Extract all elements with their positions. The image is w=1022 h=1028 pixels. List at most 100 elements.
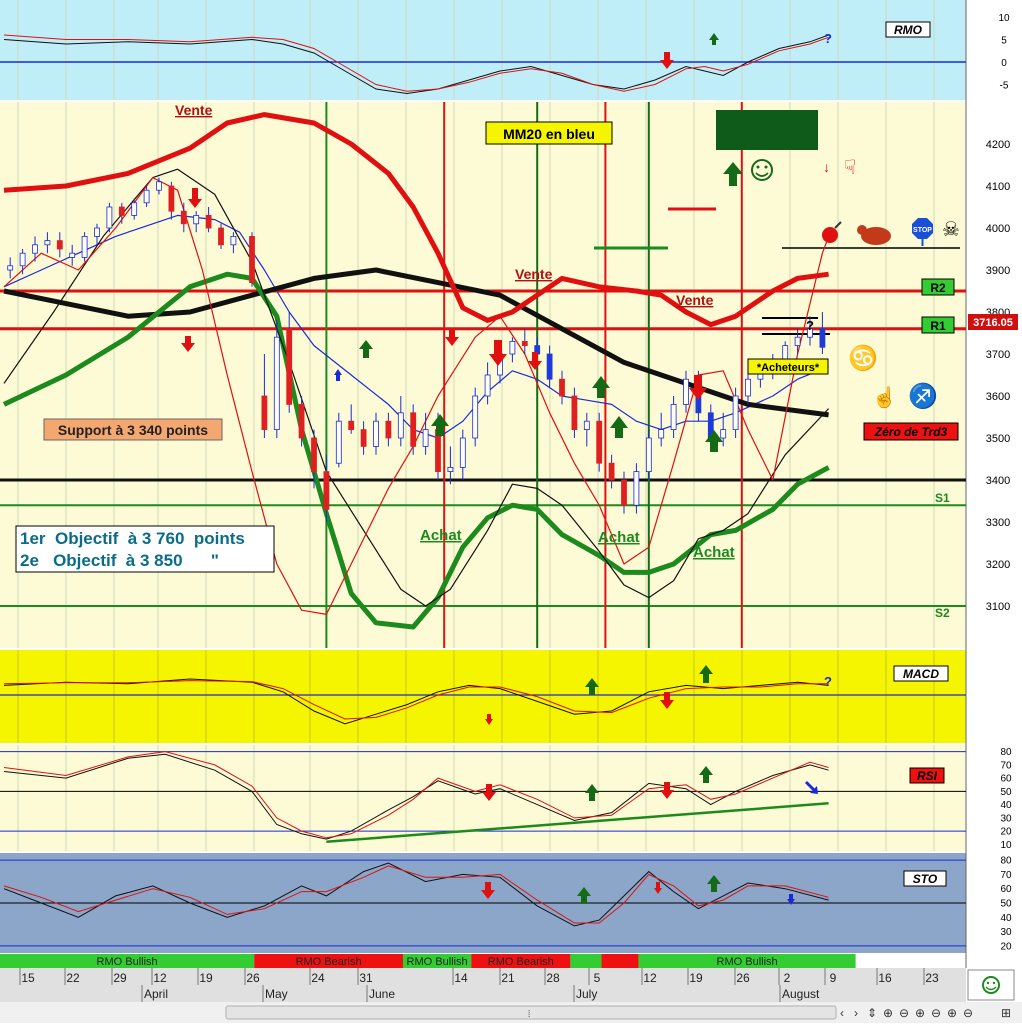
s2-label: S2 — [935, 606, 950, 620]
candle-body — [348, 420, 355, 431]
support-text: Support à 3 340 points — [58, 422, 208, 438]
price-tick-label: 3700 — [986, 349, 1010, 361]
rmo-tick-label: 5 — [1001, 36, 1007, 47]
price-tick-label: 3100 — [986, 601, 1010, 613]
sto-tick-label: 40 — [1000, 913, 1012, 924]
r1-text: R1 — [930, 319, 946, 333]
smiley-button[interactable] — [967, 969, 1015, 1001]
candle-body — [273, 336, 280, 431]
sto-tick-label: 30 — [1000, 927, 1012, 938]
macd-panel — [0, 650, 966, 743]
price-tick-label: 4200 — [986, 139, 1010, 151]
toolbar-button-glyph: ⊖ — [931, 1006, 941, 1020]
toolbar-button[interactable]: ⊕ — [947, 1006, 957, 1020]
toolbar-button-glyph: ⇕ — [867, 1006, 877, 1020]
candle-body — [205, 214, 212, 229]
toolbar-button[interactable]: ⇕ — [867, 1006, 877, 1020]
support-label: Support à 3 340 points — [43, 418, 223, 441]
chart-window: 10 5 0 -5 4200 4100 4000 3900 3800 3700 3600 3500 34… — [0, 0, 1022, 1023]
question-icon: ? — [824, 31, 832, 46]
candle-body — [385, 420, 392, 439]
thumbs-down-icon: ☟ — [844, 157, 856, 179]
price-tick-label: 3300 — [986, 517, 1010, 529]
question-icon: ? — [824, 674, 832, 689]
mm20-text: MM20 en bleu — [503, 126, 595, 142]
date-month-label: June — [369, 987, 395, 1001]
acheteurs-text: *Acheteurs* — [757, 362, 820, 374]
rsi-tick-label: 40 — [1000, 800, 1012, 811]
sto-tick-label: 50 — [1000, 899, 1012, 910]
candle-body — [794, 336, 801, 347]
last-price-badge: 3716.05 — [968, 314, 1018, 330]
achat-label-2: Achat — [598, 529, 640, 546]
rsi-tick-label: 60 — [1000, 774, 1012, 785]
candle-body — [583, 420, 590, 431]
date-month-label: April — [144, 987, 168, 1001]
price-tick-label: 4100 — [986, 181, 1010, 193]
price-tick-label: 4000 — [986, 223, 1010, 235]
candle-body — [472, 395, 479, 439]
date-day-label: 19 — [199, 971, 213, 985]
candle-body — [168, 185, 175, 212]
candle-body — [69, 252, 76, 258]
toolbar-button-glyph: ‹ — [840, 1006, 844, 1020]
date-day-label: 21 — [501, 971, 515, 985]
rmo-status-segment — [601, 954, 639, 968]
candle-body — [732, 395, 739, 430]
toolbar-button[interactable]: › — [854, 1006, 858, 1020]
candle-body — [249, 235, 255, 283]
sto-tick-label: 60 — [1000, 884, 1012, 895]
price-tick-label: 3400 — [986, 475, 1010, 487]
small-red-down-arrow-icon: ↓ — [823, 159, 830, 175]
candle-body — [559, 378, 565, 397]
vente-label-1: Vente — [175, 102, 213, 118]
candle-body — [230, 235, 237, 246]
candle-body — [373, 420, 379, 447]
date-day-label: 16 — [878, 971, 892, 985]
toolbar-button[interactable]: ⊖ — [931, 1006, 941, 1020]
rsi-label-text: RSI — [917, 769, 938, 783]
rmo-status-label: RMO Bullish — [97, 956, 158, 968]
dark-green-box — [716, 110, 818, 150]
zero-trd3-label: Zéro de Trd3 — [863, 422, 959, 441]
rsi-tick-label: 30 — [1000, 813, 1012, 824]
candle-body — [81, 235, 88, 258]
candle-body — [311, 437, 317, 472]
macd-label-text: MACD — [903, 667, 939, 681]
price-tick-label: 3500 — [986, 433, 1010, 445]
thumbs-up-icon: ☝ — [872, 385, 897, 409]
horizontal-scrollbar[interactable]: ⦙ — [225, 1005, 837, 1020]
date-day-label: 24 — [311, 971, 325, 985]
candle-body — [360, 429, 367, 447]
candle-body — [633, 471, 640, 506]
zero-trd3-text: Zéro de Trd3 — [874, 425, 948, 439]
toolbar-button[interactable]: ⊖ — [963, 1006, 973, 1020]
candle-body — [156, 181, 162, 191]
candle-body — [509, 340, 516, 355]
date-day-label: 2 — [784, 971, 791, 985]
toolbar-button[interactable]: ⊕ — [915, 1006, 925, 1020]
candle-body — [131, 202, 138, 216]
date-day-label: 26 — [736, 971, 750, 985]
candle-body — [143, 189, 150, 204]
toolbar-button-glyph: › — [854, 1006, 858, 1020]
candle-body — [323, 471, 330, 510]
toolbar-button[interactable]: ⊞ — [1001, 1006, 1011, 1020]
toolbar-button[interactable]: ‹ — [840, 1006, 844, 1020]
candle-body — [521, 340, 528, 346]
rsi-tick-label: 80 — [1000, 747, 1012, 758]
candle-body — [261, 395, 268, 430]
toolbar-button[interactable]: ⊖ — [899, 1006, 909, 1020]
r1-label: R1 — [921, 316, 955, 334]
date-day-label: 29 — [113, 971, 127, 985]
rmo-tick-label: 10 — [998, 13, 1010, 24]
candle-body — [670, 403, 677, 430]
candle-body — [683, 378, 689, 405]
toolbar-button[interactable]: ⊕ — [883, 1006, 893, 1020]
candle-body — [410, 412, 417, 447]
rmo-panel — [0, 0, 966, 100]
rsi-tick-label: 70 — [1000, 760, 1012, 771]
rmo-label: RMO — [885, 21, 931, 38]
date-day-label: 31 — [359, 971, 373, 985]
candle-body — [32, 244, 38, 254]
